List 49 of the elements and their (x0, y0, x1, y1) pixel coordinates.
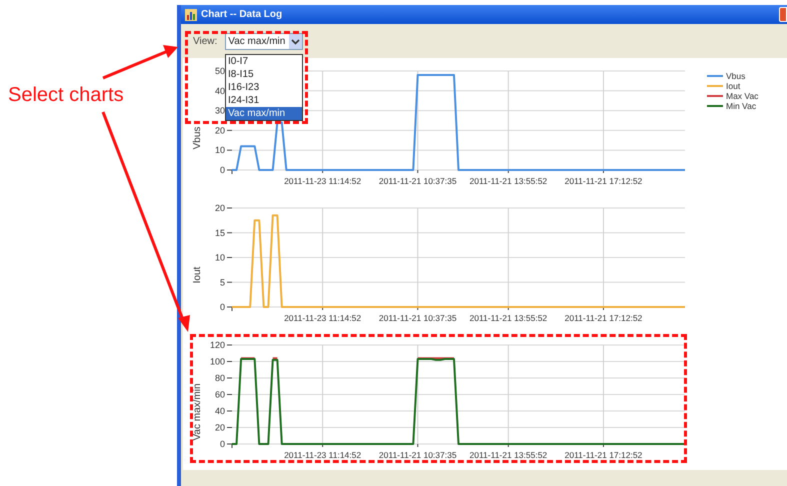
y-tick-label: 5 (220, 277, 225, 288)
legend-label: Vbus (726, 71, 746, 81)
y-tick-label: 0 (220, 165, 225, 175)
y-tick-label: 20 (214, 203, 225, 213)
y-tick-label: 120 (210, 340, 225, 350)
caret-icon (289, 34, 302, 48)
y-tick-label: 0 (220, 439, 225, 449)
close-button[interactable] (779, 7, 787, 22)
window-title: Chart -- Data Log (201, 8, 282, 22)
y-tick-label: 20 (214, 422, 225, 432)
x-tick-label: 2011-11-21 17:12:52 (564, 450, 642, 460)
y-tick-label: 0 (220, 302, 225, 312)
view-dropdown[interactable]: Vac max/min (225, 32, 304, 50)
y-tick-label: 40 (214, 406, 225, 416)
x-tick-label: 2011-11-23 11:14:52 (284, 176, 362, 186)
y-tick-label: 15 (214, 228, 225, 238)
annotation-text: Select charts (8, 84, 124, 106)
x-tick-label: 2011-11-21 13:55:52 (470, 313, 548, 323)
x-tick-label: 2011-11-21 10:37:35 (378, 313, 457, 323)
legend-label: Iout (726, 81, 740, 91)
y-tick-label: 100 (210, 356, 225, 366)
y-tick-label: 40 (214, 86, 225, 96)
y-tick-label: 60 (214, 390, 225, 400)
dropdown-option[interactable]: I8-I15 (226, 68, 302, 81)
x-tick-label: 2011-11-21 17:12:52 (564, 176, 642, 186)
x-tick-label: 2011-11-21 10:37:35 (378, 176, 457, 186)
y-axis-title: Vbus (192, 126, 203, 150)
y-axis-title: Vac max/min (192, 383, 203, 441)
x-tick-label: 2011-11-23 11:14:52 (284, 313, 362, 323)
x-tick-label: 2011-11-21 13:55:52 (470, 176, 548, 186)
dropdown-option[interactable]: I0-I7 (226, 55, 302, 68)
x-tick-label: 2011-11-21 17:12:52 (564, 313, 642, 323)
dropdown-option[interactable]: Vac max/min (226, 107, 302, 120)
x-tick-label: 2011-11-21 10:37:35 (378, 450, 457, 460)
y-tick-label: 10 (214, 145, 225, 156)
legend-label: Min Vac (726, 101, 756, 111)
x-tick-label: 2011-11-21 13:55:52 (470, 450, 548, 460)
chart-icon (185, 8, 197, 20)
view-label: View: (193, 34, 218, 48)
dropdown-option[interactable]: I16-I23 (226, 81, 302, 94)
y-tick-label: 80 (214, 373, 225, 383)
y-tick-label: 50 (214, 66, 225, 76)
y-axis-title: Iout (192, 266, 203, 284)
dropdown-option[interactable]: I24-I31 (226, 94, 302, 107)
y-tick-label: 20 (214, 125, 225, 136)
y-tick-label: 30 (214, 106, 225, 116)
y-tick-label: 10 (214, 252, 225, 262)
legend-label: Max Vac (726, 91, 758, 101)
x-tick-label: 2011-11-23 11:14:52 (284, 450, 362, 460)
